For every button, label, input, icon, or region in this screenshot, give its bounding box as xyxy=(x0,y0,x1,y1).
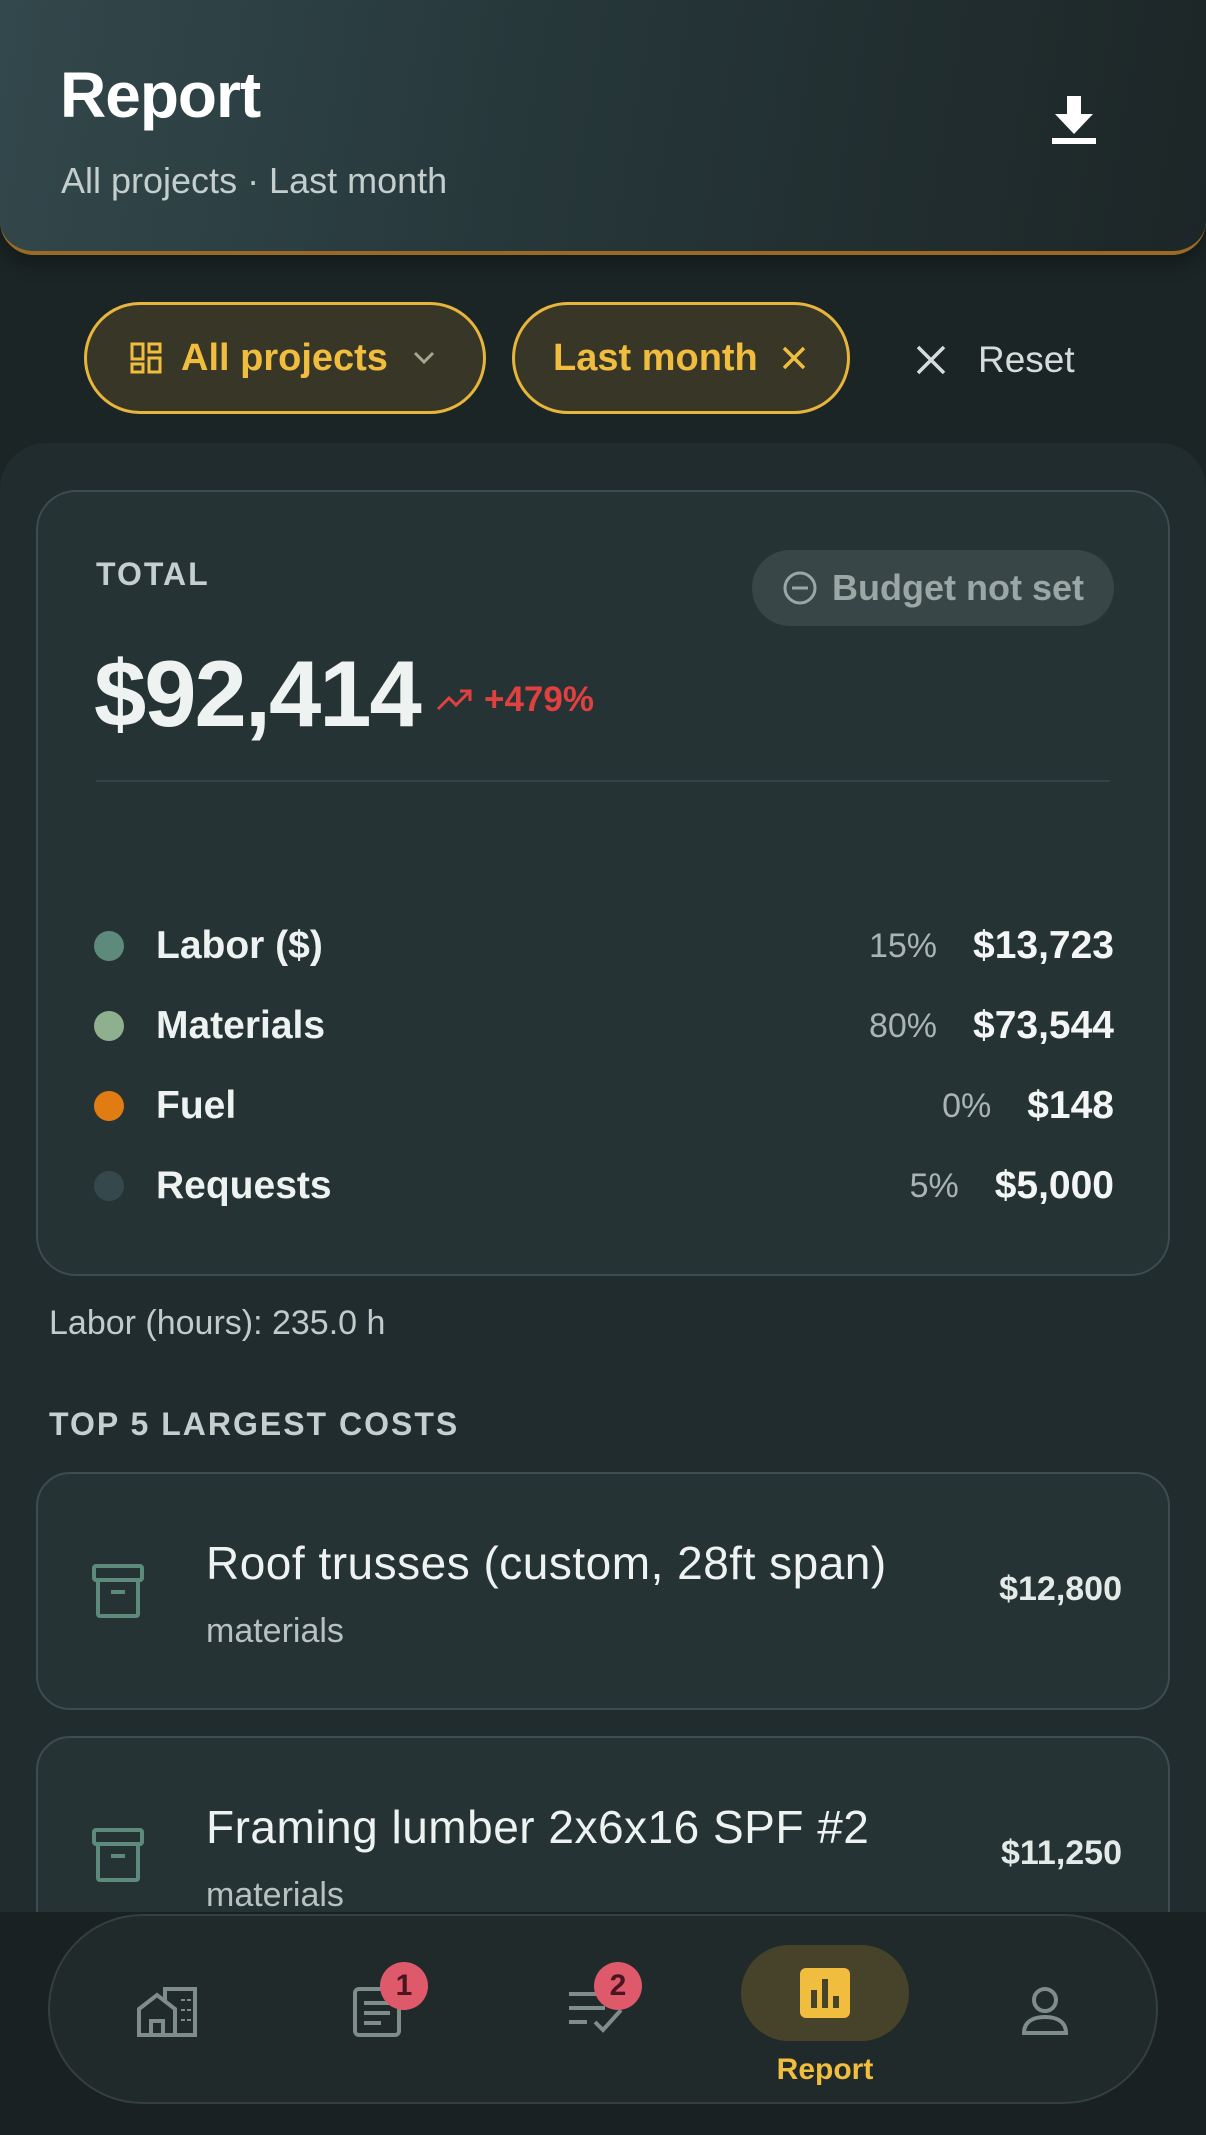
cost-item-name: Roof trusses (custom, 28ft span) xyxy=(206,1537,887,1589)
trending-up-icon xyxy=(436,689,472,711)
category-percent: 80% xyxy=(868,1006,938,1045)
nav-item-tasks[interactable]: 2 xyxy=(540,1916,650,2106)
trend-indicator: +479% xyxy=(436,680,594,720)
category-percent: 0% xyxy=(942,1086,992,1125)
archive-box-icon xyxy=(92,1828,144,1882)
category-name: Requests xyxy=(156,1164,332,1207)
dashboard-icon xyxy=(130,342,162,374)
page-subtitle: All projects · Last month xyxy=(61,160,448,201)
nav-item-documents[interactable]: 1 xyxy=(322,1916,432,2106)
category-percent: 15% xyxy=(868,926,938,965)
chevron-down-icon xyxy=(410,348,438,368)
legend-dot xyxy=(94,931,124,961)
divider xyxy=(96,780,1110,782)
category-name: Fuel xyxy=(156,1084,237,1127)
buildings-icon xyxy=(137,1987,197,2037)
labor-hours-text: Labor (hours): 235.0 h xyxy=(49,1304,386,1342)
category-name: Materials xyxy=(156,1004,326,1047)
category-name: Labor ($) xyxy=(156,924,323,967)
cost-item-category: materials xyxy=(206,1612,344,1650)
category-row-labor: Labor ($) 15% $13,723 xyxy=(94,916,1114,976)
legend-dot xyxy=(94,1171,124,1201)
notification-badge: 1 xyxy=(380,1962,428,2010)
bottom-navigation: 1 2 Report xyxy=(48,1914,1158,2104)
download-icon xyxy=(1052,96,1096,144)
nav-item-report[interactable]: Report xyxy=(740,1916,910,2106)
page-title: Report xyxy=(60,59,261,131)
total-card: TOTAL Budget not set $92,414 +479% Labor… xyxy=(36,490,1170,1276)
budget-status-badge[interactable]: Budget not set xyxy=(752,550,1114,626)
cost-item-amount: $11,250 xyxy=(1000,1834,1122,1872)
category-amount: $73,544 xyxy=(973,1004,1114,1047)
app-header: Report All projects · Last month xyxy=(0,0,1206,255)
category-row-requests: Requests 5% $5,000 xyxy=(94,1156,1114,1216)
period-filter-chip[interactable]: Last month xyxy=(512,302,850,414)
period-filter-label: Last month xyxy=(553,336,758,379)
close-icon xyxy=(916,345,946,375)
cost-item-amount: $12,800 xyxy=(999,1570,1122,1608)
category-amount: $13,723 xyxy=(973,924,1114,967)
active-indicator xyxy=(741,1945,909,2041)
reset-button[interactable]: Reset xyxy=(914,330,1075,390)
minus-circle-icon xyxy=(783,571,817,605)
bar-chart-icon xyxy=(800,1968,850,2018)
legend-dot xyxy=(94,1011,124,1041)
legend-dot xyxy=(94,1091,124,1121)
total-label: TOTAL xyxy=(96,556,210,592)
category-percent: 5% xyxy=(909,1166,959,1205)
cost-item-category: materials xyxy=(206,1876,344,1914)
nav-item-projects[interactable] xyxy=(112,1916,222,2106)
total-amount: $92,414 xyxy=(94,641,422,746)
category-row-fuel: Fuel 0% $148 xyxy=(94,1076,1114,1136)
cost-item-name: Framing lumber 2x6x16 SPF #2 xyxy=(206,1801,870,1853)
download-button[interactable] xyxy=(1040,86,1108,154)
cost-card[interactable]: Roof trusses (custom, 28ft span) materia… xyxy=(36,1472,1170,1710)
top-costs-heading: TOP 5 LARGEST COSTS xyxy=(49,1406,460,1442)
nav-item-profile[interactable] xyxy=(990,1916,1100,2106)
trend-value: +479% xyxy=(484,680,594,719)
nav-label-report: Report xyxy=(776,2053,874,2086)
close-icon[interactable] xyxy=(780,344,808,372)
reset-label: Reset xyxy=(978,339,1075,380)
person-icon xyxy=(1021,1987,1069,2035)
archive-box-icon xyxy=(92,1564,144,1618)
notification-badge: 2 xyxy=(594,1962,642,2010)
projects-filter-label: All projects xyxy=(181,336,388,379)
projects-filter-chip[interactable]: All projects xyxy=(84,302,486,414)
category-row-materials: Materials 80% $73,544 xyxy=(94,996,1114,1056)
category-amount: $148 xyxy=(1027,1084,1114,1127)
budget-status-label: Budget not set xyxy=(832,567,1084,608)
category-amount: $5,000 xyxy=(994,1164,1114,1207)
